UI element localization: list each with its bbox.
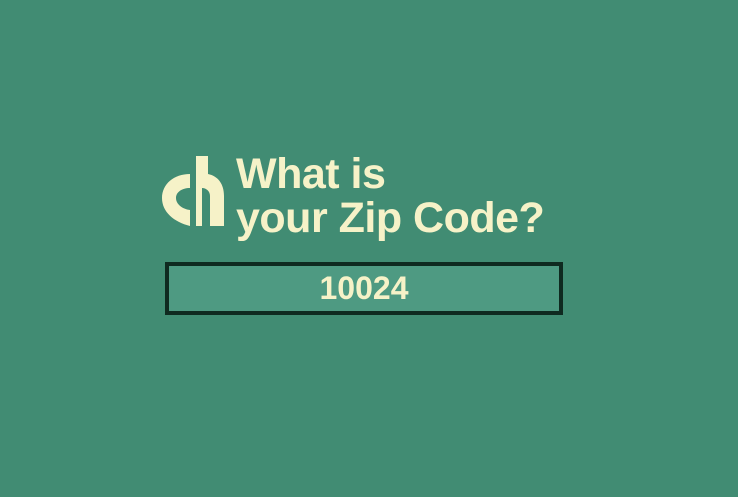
title-line-1: What is [236,150,386,198]
title-line-2: your Zip Code? [236,194,545,242]
zip-code-prompt: What is your Zip Code? [160,150,545,242]
brand-logo-icon [162,156,224,226]
zip-code-input[interactable] [165,262,563,315]
page-title: What is your Zip Code? [236,150,545,242]
